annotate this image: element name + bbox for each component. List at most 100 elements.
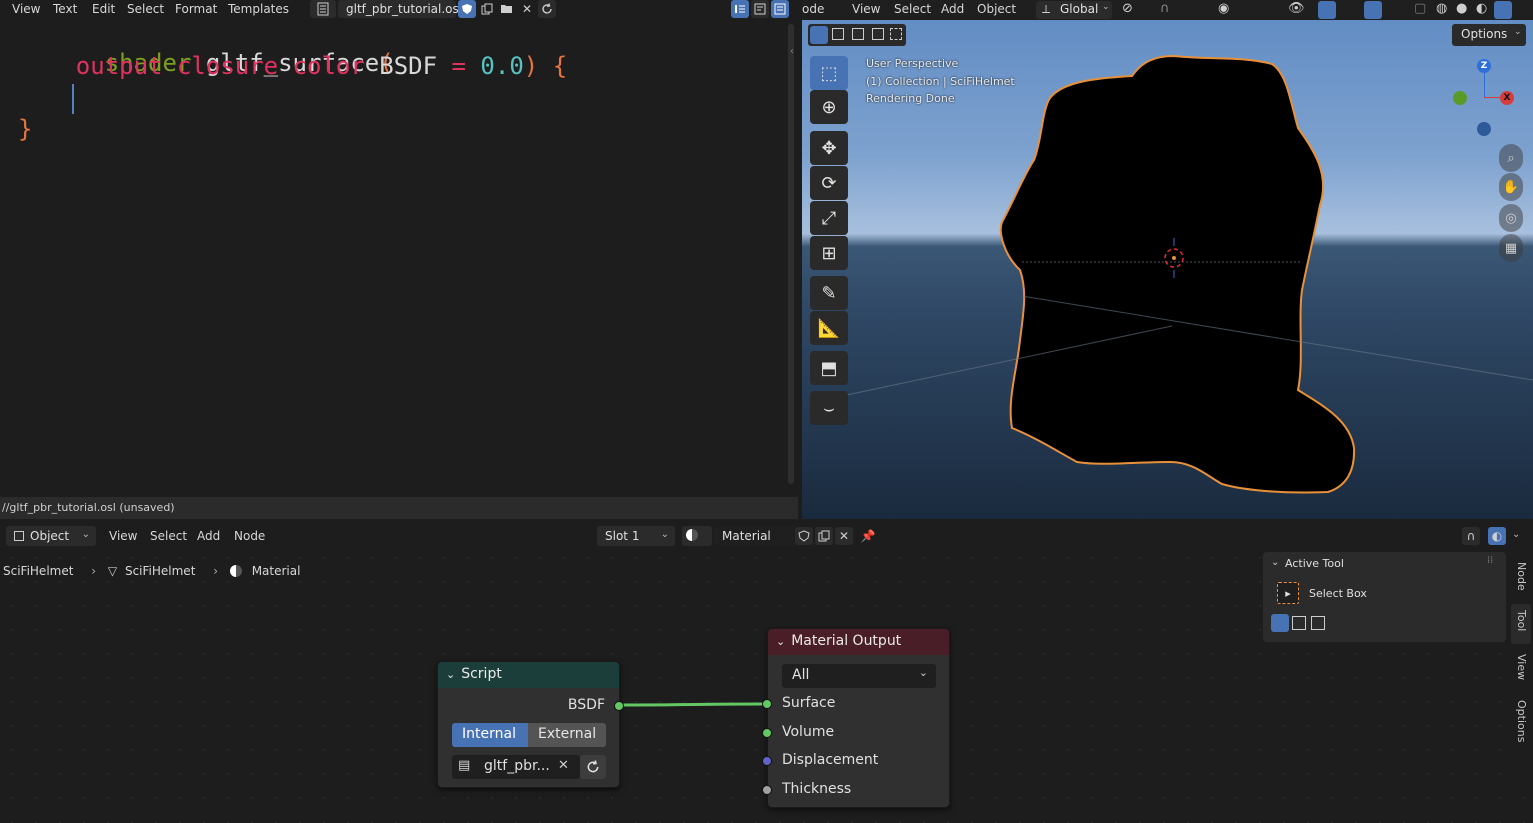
material-output-node[interactable]: ⌄ Material Output All ⌄ Surface Volume Di… — [762, 628, 950, 808]
chevron-down-icon[interactable]: ⌄ — [1271, 557, 1279, 568]
proportional-edit-icon[interactable]: ◉ — [1218, 1, 1229, 16]
script-node-header[interactable]: ⌄ Script — [438, 662, 619, 688]
overlay-toggle-icon[interactable] — [1364, 1, 1382, 19]
code-token: closure — [176, 52, 279, 80]
script-file-field[interactable]: ▤ gltf_pbr... ✕ — [452, 755, 580, 779]
internal-mode-button[interactable]: Internal — [452, 723, 528, 747]
solid-shading-icon[interactable]: ● — [1456, 1, 1467, 16]
select-new-icon[interactable] — [810, 26, 828, 44]
add-cube-tool-icon[interactable]: ⬒ — [810, 351, 848, 385]
file-status: //gltf_pbr_tutorial.osl (unsaved) — [2, 501, 175, 514]
chevron-down-icon[interactable]: ⌄ — [776, 635, 785, 648]
curve-tool-icon[interactable]: ⌣ — [810, 391, 848, 425]
ortho-grid-icon[interactable]: ▦ — [1499, 234, 1523, 262]
code-token: output — [75, 52, 163, 80]
mode-dropdown[interactable]: ode — [802, 2, 824, 16]
camera-icon[interactable]: ◎ — [1499, 204, 1523, 232]
new-text-icon[interactable] — [478, 0, 496, 18]
select-new-icon[interactable] — [1271, 614, 1289, 632]
bsdf-output-label: BSDF — [567, 697, 605, 713]
transform-tool-icon[interactable]: ⊞ — [810, 236, 848, 270]
visibility-icon[interactable]: 👁 — [1288, 1, 1305, 16]
cursor-tool-icon[interactable]: ⊕ — [810, 90, 848, 124]
gizmo-neg-z-axis[interactable] — [1477, 122, 1491, 136]
select-extend-icon[interactable] — [832, 28, 844, 40]
tab-node[interactable]: Node — [1515, 562, 1528, 591]
select-subtract-icon[interactable] — [852, 28, 864, 40]
zoom-icon[interactable]: ⌕ — [1499, 144, 1523, 172]
unlink-close-icon[interactable]: ✕ — [518, 0, 536, 18]
text-file-name[interactable]: gltf_pbr_tutorial.osl — [338, 0, 462, 18]
select-extend-icon[interactable] — [1292, 616, 1306, 630]
collapse-region-icon[interactable]: ‹ — [790, 46, 798, 62]
syntax-highlight-icon[interactable] — [771, 0, 789, 18]
menu-format[interactable]: Format — [175, 2, 217, 16]
annotate-tool-icon[interactable]: ✎ — [810, 276, 848, 310]
pan-hand-icon[interactable]: ✋ — [1499, 173, 1523, 201]
line-numbers-icon[interactable] — [731, 0, 749, 18]
reload-icon[interactable] — [538, 0, 556, 18]
word-wrap-icon[interactable] — [751, 0, 769, 18]
menu-view[interactable]: View — [12, 2, 40, 16]
select-intersect-icon[interactable] — [890, 28, 902, 40]
gizmo-z-axis[interactable]: Z — [1477, 59, 1491, 73]
code-area[interactable]: shader gltf_surface( output closure colo… — [0, 18, 790, 494]
rendered-shading-icon[interactable] — [1494, 1, 1512, 19]
material-output-header[interactable]: ⌄ Material Output — [768, 629, 949, 655]
shader-node-editor[interactable]: Object ⌄ View Select Add Node Slot 1 ⌄ M… — [0, 522, 1533, 823]
clear-file-icon[interactable]: ✕ — [558, 758, 569, 773]
text-browse-icon[interactable] — [310, 0, 336, 18]
transform-orientation-dropdown[interactable]: ⟂ Global ⌄ — [1036, 1, 1112, 19]
select-invert-icon[interactable] — [872, 28, 884, 40]
volume-input-socket[interactable] — [762, 728, 772, 738]
gizmo-z-line — [1484, 73, 1485, 97]
snap-icon[interactable]: ∩ — [1160, 1, 1170, 16]
thickness-input-label: Thickness — [782, 781, 852, 797]
code-token: = — [451, 52, 466, 80]
wireframe-shading-icon[interactable]: ◍ — [1436, 1, 1447, 16]
move-tool-icon[interactable]: ✥ — [810, 131, 848, 165]
rotate-tool-icon[interactable]: ⟳ — [810, 166, 848, 200]
material-shading-icon[interactable]: ◐ — [1476, 1, 1487, 16]
thickness-input-socket[interactable] — [762, 785, 772, 795]
vp-menu-view[interactable]: View — [852, 2, 880, 16]
select-box-tool-icon[interactable]: ⬚ — [810, 56, 848, 90]
script-update-icon[interactable] — [580, 755, 606, 779]
viewport-render-status: Rendering Done — [866, 92, 955, 105]
chevron-down-icon[interactable]: ⌄ — [446, 668, 455, 681]
surface-input-socket[interactable] — [762, 699, 772, 709]
scale-tool-icon[interactable]: ⤢ — [810, 201, 848, 235]
menu-edit[interactable]: Edit — [92, 2, 115, 16]
fake-user-shield-icon[interactable] — [458, 0, 476, 18]
displacement-input-socket[interactable] — [762, 756, 772, 766]
gizmo-x-axis[interactable]: X — [1500, 91, 1514, 105]
output-target-dropdown[interactable]: All ⌄ — [782, 664, 936, 688]
code-line-2: output closure color BSDF = 0.0) { — [18, 52, 567, 80]
open-text-icon[interactable] — [498, 0, 516, 18]
pivot-icon[interactable]: ⊘ — [1122, 1, 1133, 16]
menu-text[interactable]: Text — [53, 2, 77, 16]
options-dropdown[interactable]: Options ⌄ — [1452, 24, 1526, 46]
drag-handle-icon[interactable]: ⁞⁞ — [1487, 555, 1493, 566]
tab-view[interactable]: View — [1515, 654, 1528, 680]
3d-viewport[interactable]: ode View Select Add Object ⟂ Global ⌄ ⊘ … — [802, 0, 1533, 519]
select-subtract-icon[interactable] — [1311, 616, 1325, 630]
text-scrollbar[interactable] — [788, 24, 794, 484]
select-box-tool-icon[interactable]: ▸ — [1277, 582, 1299, 604]
external-mode-button[interactable]: External — [528, 723, 606, 747]
vp-menu-select[interactable]: Select — [894, 2, 931, 16]
measure-tool-icon[interactable]: 📐 — [810, 311, 848, 345]
gizmo-y-axis[interactable] — [1453, 91, 1467, 105]
vp-menu-add[interactable]: Add — [941, 2, 964, 16]
gizmo-toggle-icon[interactable] — [1318, 1, 1336, 19]
bsdf-output-socket[interactable] — [614, 701, 624, 711]
xray-icon[interactable]: ▢ — [1414, 1, 1426, 16]
script-node[interactable]: ⌄ Script BSDF Internal External ▤ gltf_pb… — [437, 661, 624, 788]
material-output-title: Material Output — [791, 633, 902, 649]
vp-menu-object[interactable]: Object — [977, 2, 1016, 16]
menu-templates[interactable]: Templates — [228, 2, 289, 16]
menu-select[interactable]: Select — [127, 2, 164, 16]
tab-options[interactable]: Options — [1515, 700, 1528, 742]
tab-tool[interactable]: Tool — [1515, 610, 1528, 631]
viewport-perspective-label: User Perspective — [866, 57, 959, 70]
